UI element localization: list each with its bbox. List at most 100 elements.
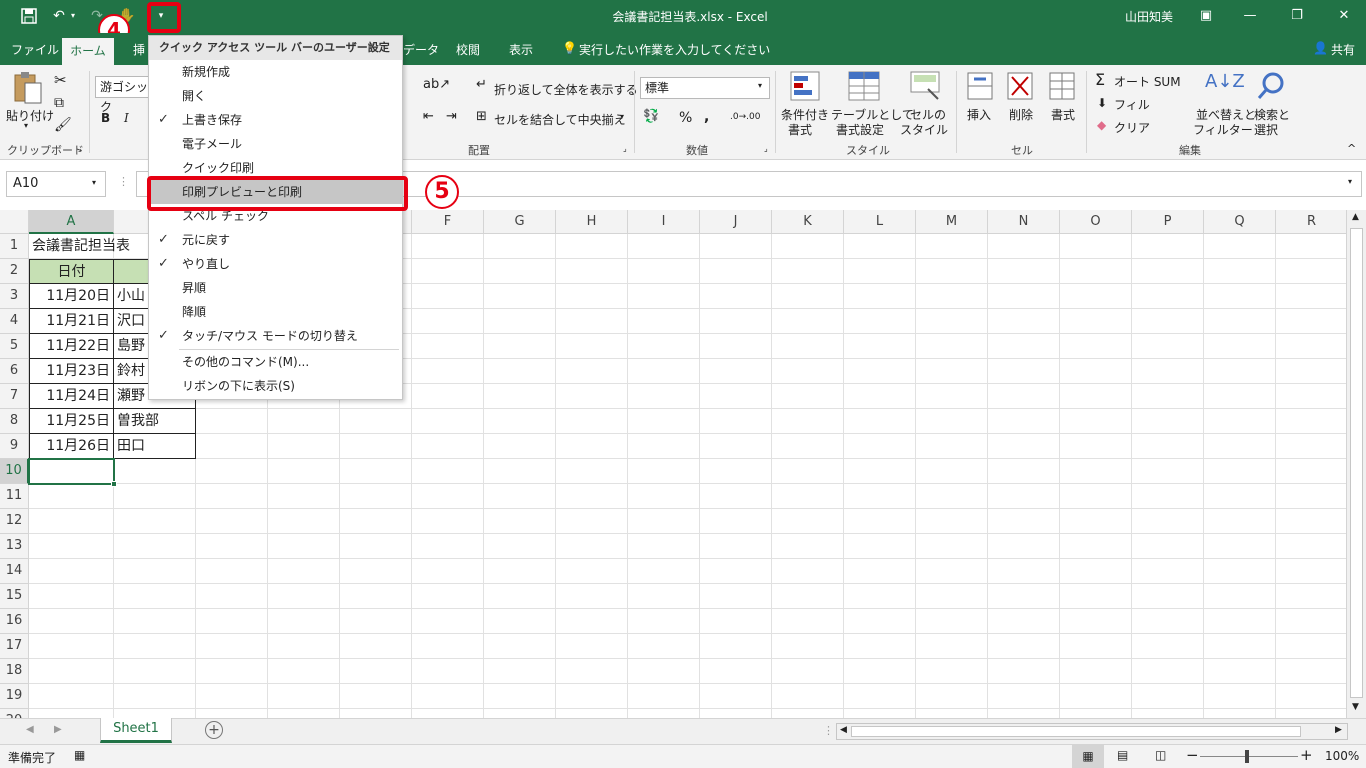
grid-cell[interactable]: [340, 559, 412, 584]
grid-cell[interactable]: [114, 459, 196, 484]
grid-cell[interactable]: [916, 309, 988, 334]
row-header-1[interactable]: 1: [0, 234, 29, 259]
grid-cell[interactable]: [114, 559, 196, 584]
row-header-7[interactable]: 7: [0, 384, 29, 409]
grid-cell[interactable]: [484, 259, 556, 284]
grid-cell[interactable]: [844, 509, 916, 534]
grid-cell[interactable]: [412, 659, 484, 684]
menu-item-7[interactable]: ✓ 元に戻す: [149, 228, 402, 252]
grid-cell[interactable]: [1132, 309, 1204, 334]
grid-cell[interactable]: [772, 584, 844, 609]
grid-cell[interactable]: [700, 384, 772, 409]
grid-cell[interactable]: [340, 409, 412, 434]
grid-cell[interactable]: [988, 509, 1060, 534]
grid-cell[interactable]: [1204, 634, 1276, 659]
grid-cell[interactable]: [556, 509, 628, 534]
date-cell[interactable]: 11月24日: [29, 384, 114, 409]
grid-cell[interactable]: [196, 509, 268, 534]
font-name-select[interactable]: 游ゴシック: [95, 76, 155, 114]
grid-cell[interactable]: [1132, 709, 1204, 718]
grid-cell[interactable]: [916, 234, 988, 259]
grid-cell[interactable]: [772, 709, 844, 718]
grid-cell[interactable]: [628, 484, 700, 509]
grid-cell[interactable]: [1132, 409, 1204, 434]
grid-cell[interactable]: [916, 659, 988, 684]
grid-cell[interactable]: [114, 509, 196, 534]
grid-cell[interactable]: [1204, 659, 1276, 684]
grid-cell[interactable]: [628, 534, 700, 559]
grid-cell[interactable]: [1132, 434, 1204, 459]
grid-cell[interactable]: [988, 434, 1060, 459]
grid-cell[interactable]: [268, 509, 340, 534]
grid-cell[interactable]: [1132, 384, 1204, 409]
grid-cell[interactable]: [484, 634, 556, 659]
grid-cell[interactable]: [700, 434, 772, 459]
vertical-scroll-thumb[interactable]: [1350, 228, 1363, 698]
wrap-text-button[interactable]: 折り返して全体を表示する: [494, 81, 638, 98]
grid-cell[interactable]: [412, 434, 484, 459]
menu-item-0[interactable]: 新規作成: [149, 60, 402, 84]
format-painter-icon[interactable]: 🖌: [54, 117, 72, 133]
close-icon[interactable]: ✕: [1330, 4, 1358, 28]
grid-cell[interactable]: [1132, 584, 1204, 609]
grid-cell[interactable]: [844, 559, 916, 584]
grid-cell[interactable]: [484, 684, 556, 709]
grid-cell[interactable]: [1204, 509, 1276, 534]
grid-cell[interactable]: [196, 559, 268, 584]
grid-cell[interactable]: [484, 434, 556, 459]
grid-cell[interactable]: [556, 334, 628, 359]
grid-cell[interactable]: [988, 534, 1060, 559]
grid-cell[interactable]: [1060, 584, 1132, 609]
find-select-label-2[interactable]: 選択: [1254, 121, 1278, 138]
orientation-icon[interactable]: ab↗: [423, 77, 450, 92]
grid-cell[interactable]: [268, 409, 340, 434]
grid-cell[interactable]: [1204, 409, 1276, 434]
cut-icon[interactable]: ✂: [54, 71, 67, 89]
grid-cell[interactable]: [1204, 559, 1276, 584]
grid-cell[interactable]: [700, 484, 772, 509]
grid-cell[interactable]: [1276, 359, 1346, 384]
grid-cell[interactable]: [1204, 384, 1276, 409]
grid-cell[interactable]: [700, 234, 772, 259]
grid-cell[interactable]: [988, 484, 1060, 509]
grid-cell[interactable]: [844, 409, 916, 434]
grid-cell[interactable]: [916, 509, 988, 534]
grid-cell[interactable]: [1276, 384, 1346, 409]
grid-cell[interactable]: [196, 709, 268, 718]
grid-cell[interactable]: [916, 634, 988, 659]
grid-cell[interactable]: [988, 309, 1060, 334]
zoom-slider[interactable]: [1200, 756, 1298, 757]
grid-cell[interactable]: [628, 434, 700, 459]
hscroll-left-icon[interactable]: ◀: [840, 725, 847, 735]
column-header-n[interactable]: N: [988, 210, 1060, 234]
fill-icon[interactable]: ⬇: [1097, 96, 1107, 110]
grid-cell[interactable]: [844, 659, 916, 684]
grid-cell[interactable]: [772, 559, 844, 584]
grid-cell[interactable]: [700, 634, 772, 659]
grid-cell[interactable]: [556, 584, 628, 609]
paste-dropdown-icon[interactable]: ▾: [24, 121, 28, 130]
grid-cell[interactable]: [484, 484, 556, 509]
grid-cell[interactable]: [114, 609, 196, 634]
cell-styles-icon[interactable]: [910, 71, 940, 104]
page-layout-view-icon[interactable]: ▤: [1117, 748, 1128, 762]
grid-cell[interactable]: [1132, 334, 1204, 359]
grid-cell[interactable]: [1060, 434, 1132, 459]
grid-cell[interactable]: [988, 284, 1060, 309]
grid-cell[interactable]: [1132, 284, 1204, 309]
grid-cell[interactable]: [268, 459, 340, 484]
grid-cell[interactable]: [772, 609, 844, 634]
tab-data[interactable]: データ: [403, 41, 439, 58]
sheet-scroll-right-icon[interactable]: ▶: [54, 724, 62, 735]
expand-formula-bar-icon[interactable]: ▾: [1348, 177, 1352, 186]
column-header-f[interactable]: F: [412, 210, 484, 234]
grid-cell[interactable]: [700, 409, 772, 434]
grid-cell[interactable]: [1132, 484, 1204, 509]
column-header-m[interactable]: M: [916, 210, 988, 234]
grid-cell[interactable]: [916, 609, 988, 634]
grid-cell[interactable]: [916, 334, 988, 359]
row-header-2[interactable]: 2: [0, 259, 29, 284]
grid-cell[interactable]: [1060, 459, 1132, 484]
zoom-in-icon[interactable]: +: [1300, 746, 1313, 764]
grid-cell[interactable]: [412, 709, 484, 718]
